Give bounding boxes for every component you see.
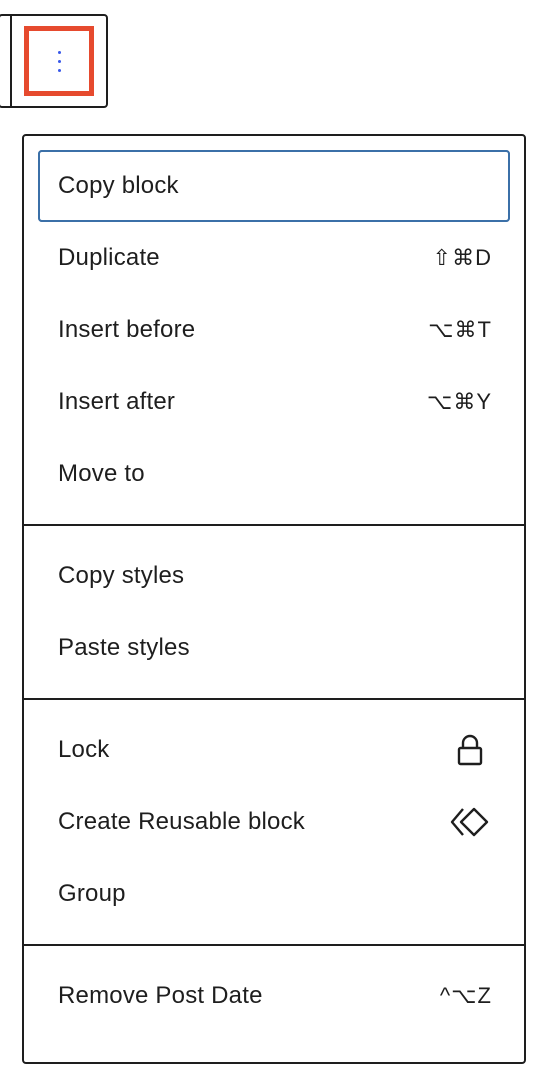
menu-item-shortcut: ⌥⌘Y xyxy=(426,389,492,414)
menu-item-label: Paste styles xyxy=(58,634,190,661)
menu-item-shortcut: ⇧⌘D xyxy=(432,245,492,270)
menu-item-label: Copy styles xyxy=(58,562,185,589)
lock-icon xyxy=(448,728,492,772)
menu-item-label: Insert before xyxy=(58,316,196,343)
menu-item-move-to[interactable]: Move to xyxy=(38,438,510,510)
more-vertical-icon xyxy=(57,50,61,72)
block-toolbar xyxy=(0,14,108,108)
menu-item-label: Group xyxy=(58,880,126,907)
menu-item-lock[interactable]: Lock xyxy=(38,714,510,786)
menu-group-remove: Remove Post Date ^⌥Z xyxy=(24,944,524,1046)
menu-group-block-actions: Copy block Duplicate ⇧⌘D Insert before ⌥… xyxy=(24,136,524,524)
menu-group-block-tools: Lock Create Reusable block Group xyxy=(24,698,524,944)
menu-item-copy-block[interactable]: Copy block xyxy=(38,150,510,222)
menu-item-insert-before[interactable]: Insert before ⌥⌘T xyxy=(38,294,510,366)
options-button[interactable] xyxy=(24,26,94,96)
menu-item-label: Insert after xyxy=(58,388,176,415)
menu-item-insert-after[interactable]: Insert after ⌥⌘Y xyxy=(38,366,510,438)
menu-item-label: Duplicate xyxy=(58,244,160,271)
menu-item-copy-styles[interactable]: Copy styles xyxy=(38,540,510,612)
menu-item-shortcut: ⌥⌘T xyxy=(428,317,492,342)
menu-item-label: Move to xyxy=(58,460,145,487)
menu-item-group[interactable]: Group xyxy=(38,858,510,930)
block-options-menu: Copy block Duplicate ⇧⌘D Insert before ⌥… xyxy=(22,134,526,1064)
menu-item-label: Remove Post Date xyxy=(58,982,263,1009)
toolbar-divider xyxy=(10,16,12,106)
menu-item-remove-post-date[interactable]: Remove Post Date ^⌥Z xyxy=(38,960,510,1032)
menu-item-create-reusable-block[interactable]: Create Reusable block xyxy=(38,786,510,858)
menu-item-label: Create Reusable block xyxy=(58,808,306,835)
menu-item-duplicate[interactable]: Duplicate ⇧⌘D xyxy=(38,222,510,294)
menu-group-styles: Copy styles Paste styles xyxy=(24,524,524,698)
menu-item-shortcut: ^⌥Z xyxy=(439,983,492,1008)
reusable-block-icon xyxy=(448,800,492,844)
menu-item-label: Copy block xyxy=(58,172,179,199)
menu-item-label: Lock xyxy=(58,736,110,763)
menu-item-paste-styles[interactable]: Paste styles xyxy=(38,612,510,684)
